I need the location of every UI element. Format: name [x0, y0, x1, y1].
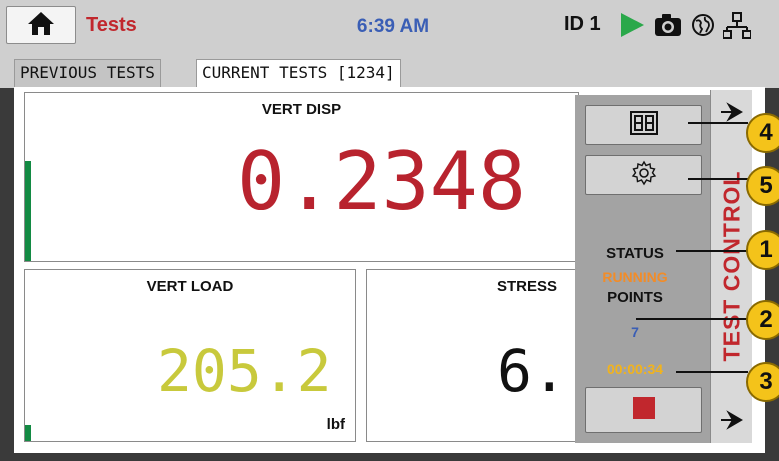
- arrow-right-icon: [719, 410, 743, 435]
- callout-4: 4: [746, 113, 779, 153]
- callout-5: 5: [746, 166, 779, 206]
- stress-panel[interactable]: STRESS 6.: [366, 269, 579, 442]
- device-id: ID 1: [564, 13, 601, 35]
- vert-load-level-bar: [25, 425, 31, 441]
- page-title: Tests: [86, 14, 137, 36]
- elapsed-time: 00:00:34: [606, 361, 664, 377]
- vert-disp-panel[interactable]: VERT DISP 0.2348: [24, 92, 579, 262]
- top-bar: Tests 6:39 AM ID 1: [0, 0, 779, 50]
- status-label: STATUS: [606, 245, 664, 262]
- vert-disp-title: VERT DISP: [261, 101, 342, 118]
- callout-line: [676, 371, 748, 373]
- test-control-tab[interactable]: TEST CONTROL: [710, 90, 752, 443]
- callout-line: [676, 250, 748, 252]
- tab-strip: PREVIOUS TESTS CURRENT TESTS [1234]: [0, 50, 779, 88]
- vert-load-panel[interactable]: VERT LOAD 205.2 lbf: [24, 269, 356, 442]
- play-icon[interactable]: [618, 11, 646, 44]
- vert-disp-value: 0.2348: [237, 135, 526, 228]
- globe-icon[interactable]: [691, 13, 715, 42]
- vert-load-value: 205.2: [157, 337, 332, 405]
- points-label: POINTS: [607, 289, 663, 306]
- callout-line: [688, 122, 748, 124]
- vert-load-unit: lbf: [326, 416, 345, 433]
- status-value: RUNNING: [602, 269, 668, 285]
- home-button[interactable]: [6, 6, 76, 44]
- camera-icon[interactable]: [654, 13, 682, 42]
- stress-title: STRESS: [497, 278, 558, 295]
- vert-load-title: VERT LOAD: [146, 278, 234, 295]
- grid-icon: [629, 110, 658, 140]
- callout-line: [688, 178, 748, 180]
- home-icon: [27, 10, 55, 41]
- settings-button[interactable]: [585, 155, 702, 195]
- test-control-panel: STATUS RUNNING POINTS 7 00:00:34: [575, 95, 710, 443]
- stop-test-button[interactable]: [585, 387, 702, 433]
- tab-current-tests[interactable]: CURRENT TESTS [1234]: [196, 59, 401, 87]
- callout-1: 1: [746, 230, 779, 270]
- stop-icon: [632, 396, 655, 424]
- points-value: 7: [631, 324, 639, 340]
- callout-3: 3: [746, 362, 779, 402]
- stress-value: 6.: [497, 337, 567, 405]
- callout-line: [636, 318, 748, 320]
- vert-disp-level-bar: [25, 161, 31, 261]
- test-control-label: TEST CONTROL: [718, 170, 745, 362]
- display-layout-button[interactable]: [585, 105, 702, 145]
- gear-icon: [631, 160, 657, 191]
- clock: 6:39 AM: [356, 16, 430, 37]
- callout-2: 2: [746, 300, 779, 340]
- network-icon[interactable]: [722, 11, 752, 44]
- tab-previous-tests[interactable]: PREVIOUS TESTS: [14, 59, 161, 87]
